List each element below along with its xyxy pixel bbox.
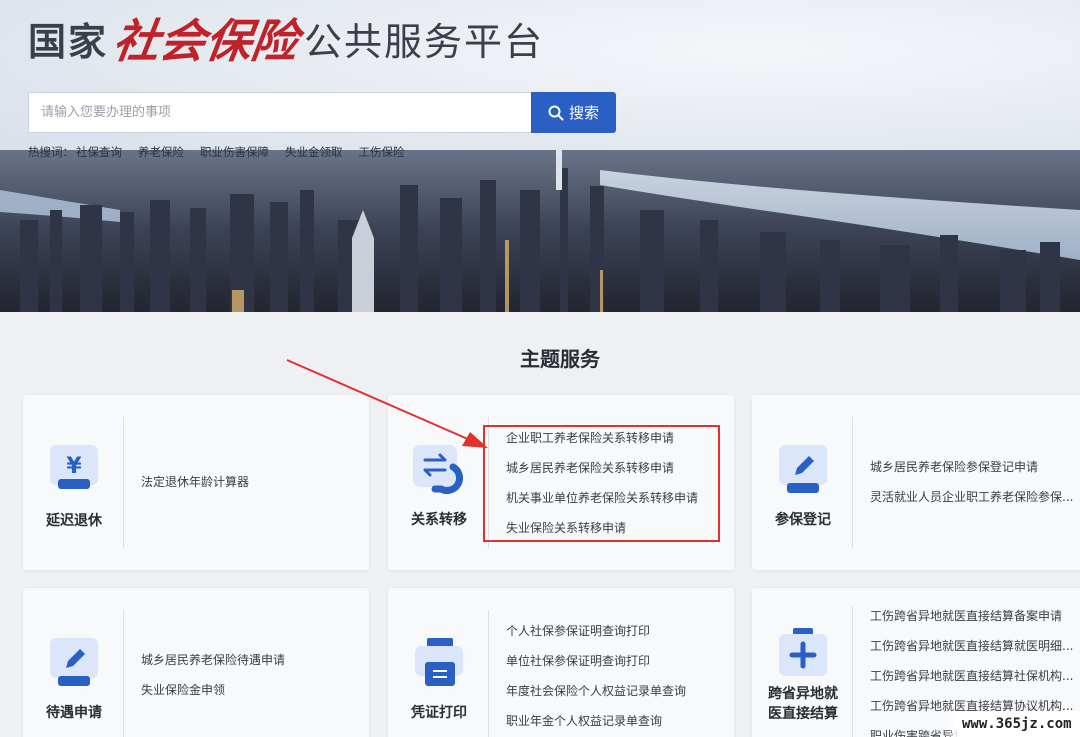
pen-icon (779, 445, 827, 493)
search-icon (548, 105, 564, 120)
hot-word-link[interactable]: 社保查询 (76, 144, 122, 160)
hot-word-link[interactable]: 养老保险 (138, 144, 184, 160)
watermark-text: www.365jz.com (962, 716, 1072, 732)
card-divider (123, 610, 124, 737)
search-bar: 搜索 (28, 92, 616, 133)
pen-icon (50, 638, 98, 686)
card-item-list: 法定退休年龄计算器 (141, 467, 361, 497)
card-title: 跨省异地就 医直接结算 (760, 684, 846, 724)
card-item-link[interactable]: 城乡居民养老保险待遇申请 (141, 645, 361, 675)
header-banner: 国家 社会保险 公共服务平台 搜索 热搜词： 社保查询 养老保险 职业伤害保障 … (0, 0, 1080, 312)
card-item-link[interactable]: 工伤跨省异地就医直接结算就医明细... (870, 631, 1080, 661)
card-item-link[interactable]: 单位社保参保证明查询打印 (506, 646, 726, 676)
search-button[interactable]: 搜索 (531, 92, 616, 133)
medical-plus-icon (779, 628, 827, 676)
service-card-enrollment: 参保登记 城乡居民养老保险参保登记申请 灵活就业人员企业职工养老保险参保... (752, 395, 1080, 570)
card-item-link[interactable]: 个人社保参保证明查询打印 (506, 616, 726, 646)
card-title: 待遇申请 (46, 705, 102, 721)
hot-word-link[interactable]: 工伤保险 (359, 144, 405, 160)
card-title-line1: 跨省异地就 (768, 686, 838, 702)
card-item-link[interactable]: 法定退休年龄计算器 (141, 467, 361, 497)
search-input[interactable] (28, 92, 531, 133)
svg-text:¥: ¥ (66, 454, 82, 479)
card-item-link[interactable]: 年度社会保险个人权益记录单查询 (506, 676, 726, 706)
service-card-delayed-retirement: ¥ 延迟退休 法定退休年龄计算器 (23, 395, 369, 570)
card-item-link[interactable]: 灵活就业人员企业职工养老保险参保... (870, 482, 1080, 512)
service-card-certificate-print: 凭证打印 个人社保参保证明查询打印 单位社保参保证明查询打印 年度社会保险个人权… (388, 588, 734, 737)
card-item-list: 个人社保参保证明查询打印 单位社保参保证明查询打印 年度社会保险个人权益记录单查… (506, 616, 726, 736)
card-divider (852, 606, 853, 737)
search-button-label: 搜索 (568, 104, 599, 122)
hot-word-link[interactable]: 职业伤害保障 (200, 144, 269, 160)
card-title: 关系转移 (411, 512, 467, 528)
hot-words-label: 热搜词： (28, 145, 74, 159)
printer-icon (415, 638, 463, 686)
card-item-link[interactable]: 城乡居民养老保险参保登记申请 (870, 452, 1080, 482)
card-title: 延迟退休 (46, 513, 102, 529)
card-item-list: 城乡居民养老保险参保登记申请 灵活就业人员企业职工养老保险参保... (870, 452, 1080, 512)
card-item-link[interactable]: 工伤跨省异地就医直接结算社保机构... (870, 661, 1080, 691)
card-title: 参保登记 (775, 512, 831, 528)
yuan-icon: ¥ (50, 445, 98, 489)
service-card-benefit-application: 待遇申请 城乡居民养老保险待遇申请 失业保险金申领 (23, 588, 369, 737)
logo-text-social-insurance: 社会保险 (109, 14, 302, 68)
card-divider (488, 610, 489, 737)
logo-text-platform: 公共服务平台 (304, 19, 545, 64)
card-title: 凭证打印 (411, 705, 467, 721)
section-title: 主题服务 (520, 347, 600, 371)
card-item-link[interactable]: 职业年金个人权益记录单查询 (506, 706, 726, 736)
city-skyline-image (0, 150, 1080, 312)
logo-text-national: 国家 (28, 19, 109, 64)
card-item-link[interactable]: 工伤跨省异地就医直接结算备案申请 (870, 601, 1080, 631)
hot-words: 热搜词： 社保查询 养老保险 职业伤害保障 失业金领取 工伤保险 (28, 144, 421, 160)
card-item-link[interactable]: 失业保险金申领 (141, 675, 361, 705)
highlight-box (483, 425, 720, 542)
card-item-list: 城乡居民养老保险待遇申请 失业保险金申领 (141, 645, 361, 705)
watermark: www.365jz.com (948, 711, 1080, 737)
card-divider (123, 417, 124, 548)
site-logo[interactable]: 国家 社会保险 公共服务平台 (28, 8, 544, 68)
watermark-fade (948, 711, 958, 737)
transfer-icon (413, 445, 464, 495)
card-title-line2: 医直接结算 (768, 706, 838, 722)
card-divider (852, 417, 853, 548)
hot-word-link[interactable]: 失业金领取 (285, 144, 343, 160)
